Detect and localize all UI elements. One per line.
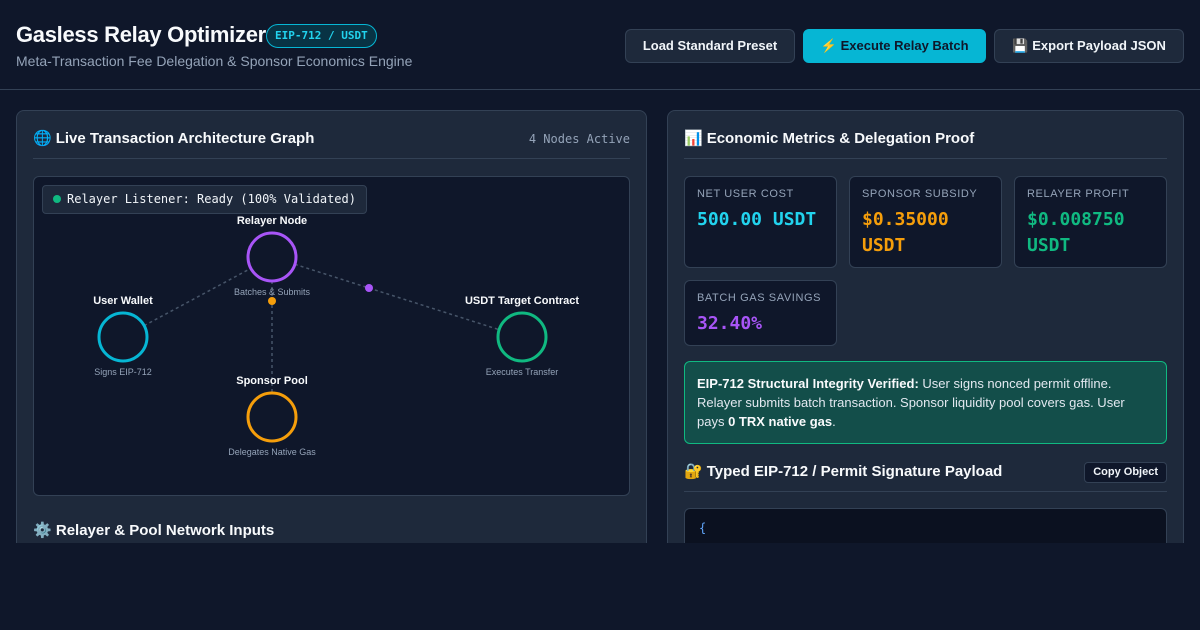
nodes-active-count: 4 Nodes Active <box>528 132 630 146</box>
packet-dot-purple <box>365 284 373 292</box>
standard-badge: EIP-712 / USDT <box>266 24 377 48</box>
app-subtitle: Meta-Transaction Fee Delegation & Sponso… <box>16 53 413 69</box>
app-header: Gasless Relay Optimizer EIP-712 / USDT M… <box>0 0 1200 90</box>
architecture-panel: 🌐 Live Transaction Architecture Graph 4 N… <box>16 110 647 570</box>
payload-title-text: Typed EIP-712 / Permit Signature Payload <box>706 463 1003 480</box>
bar-chart-icon: 📊 <box>684 130 703 147</box>
load-preset-label: Load Standard Preset <box>642 38 778 53</box>
metric-value: $0.35000 USDT <box>862 209 949 256</box>
target-node-label: USDT Target Contract <box>464 295 580 307</box>
metrics-panel-header: 📊 Economic Metrics & Delegation Proof <box>684 111 1167 159</box>
floppy-disk-icon: 💾 <box>1012 38 1029 53</box>
verify-heading: EIP-712 Structural Integrity Verified: <box>697 376 919 391</box>
architecture-panel-title: 🌐 Live Transaction Architecture Graph <box>33 129 314 147</box>
metric-card-batch-gas-savings: Batch Gas Savings 32.40% <box>684 280 837 346</box>
network-inputs-title-text: Relayer & Pool Network Inputs <box>55 522 275 539</box>
relayer-listener-status: Relayer Listener: Ready (100% Validated) <box>42 185 367 214</box>
page-bottom-area <box>0 543 1200 630</box>
metrics-title-text: Economic Metrics & Delegation Proof <box>706 130 975 147</box>
architecture-title-text: Live Transaction Architecture Graph <box>55 130 315 147</box>
metric-label: Net User Cost <box>697 188 794 200</box>
execute-relay-label: Execute Relay Batch <box>840 38 969 53</box>
architecture-panel-header: 🌐 Live Transaction Architecture Graph 4 N… <box>33 111 630 159</box>
verify-end: . <box>832 414 836 429</box>
app-title: Gasless Relay Optimizer <box>16 22 266 47</box>
code-line: { <box>699 521 707 535</box>
sponsor-node-label: Sponsor Pool <box>236 375 308 387</box>
relayer-node-circle <box>246 231 298 283</box>
wallet-node-label: User Wallet <box>93 295 153 307</box>
transaction-graph[interactable]: Relayer Node Batches & Submits User Wall… <box>33 176 630 496</box>
lightning-icon: ⚡ <box>820 38 837 53</box>
metric-card-sponsor-subsidy: Sponsor Subsidy $0.35000 USDT <box>849 176 1002 268</box>
execute-relay-button[interactable]: ⚡ Execute Relay Batch <box>803 29 986 63</box>
export-json-button[interactable]: 💾 Export Payload JSON <box>994 29 1184 63</box>
metric-label: Batch Gas Savings <box>697 292 822 304</box>
metrics-panel-title: 📊 Economic Metrics & Delegation Proof <box>684 129 974 147</box>
wallet-node-circle <box>97 311 149 363</box>
status-dot-icon <box>53 195 61 203</box>
copy-object-button[interactable]: Copy Object <box>1084 462 1167 483</box>
relayer-node-sub: Batches & Submits <box>233 287 311 297</box>
integrity-verified-notice: EIP-712 Structural Integrity Verified: U… <box>684 361 1167 444</box>
gear-icon: ⚙️ <box>33 522 52 539</box>
metric-label: Sponsor Subsidy <box>862 188 978 200</box>
sponsor-node-sub: Delegates Native Gas <box>228 447 316 457</box>
metric-card-net-user-cost: Net User Cost 500.00 USDT <box>684 176 837 268</box>
load-preset-button[interactable]: Load Standard Preset <box>625 29 795 63</box>
listener-text: Relayer Listener: Ready (100% Validated) <box>67 192 356 206</box>
metric-label: Relayer Profit <box>1027 188 1130 200</box>
wallet-node-sub: Signs EIP-712 <box>94 367 152 377</box>
metric-value: $0.008750 USDT <box>1027 209 1125 256</box>
metric-value: 32.40% <box>697 313 763 334</box>
network-inputs-title: ⚙️ Relayer & Pool Network Inputs <box>33 521 274 539</box>
target-node-sub: Executes Transfer <box>485 367 559 377</box>
target-node-circle <box>496 311 548 363</box>
metric-value: 500.00 USDT <box>697 209 817 230</box>
relayer-node-label: Relayer Node <box>236 215 308 227</box>
metrics-panel: 📊 Economic Metrics & Delegation Proof Net… <box>667 110 1184 588</box>
verify-emphasis: 0 TRX native gas <box>728 414 833 429</box>
sponsor-node-circle <box>246 391 298 443</box>
export-json-label: Export Payload JSON <box>1032 38 1166 53</box>
payload-header: 🔐 Typed EIP-712 / Permit Signature Payloa… <box>684 451 1167 492</box>
globe-icon: 🌐 <box>33 130 52 147</box>
metric-card-relayer-profit: Relayer Profit $0.008750 USDT <box>1014 176 1167 268</box>
lock-key-icon: 🔐 <box>684 463 703 480</box>
payload-title: 🔐 Typed EIP-712 / Permit Signature Payloa… <box>684 462 1002 480</box>
packet-dot-amber <box>268 297 276 305</box>
